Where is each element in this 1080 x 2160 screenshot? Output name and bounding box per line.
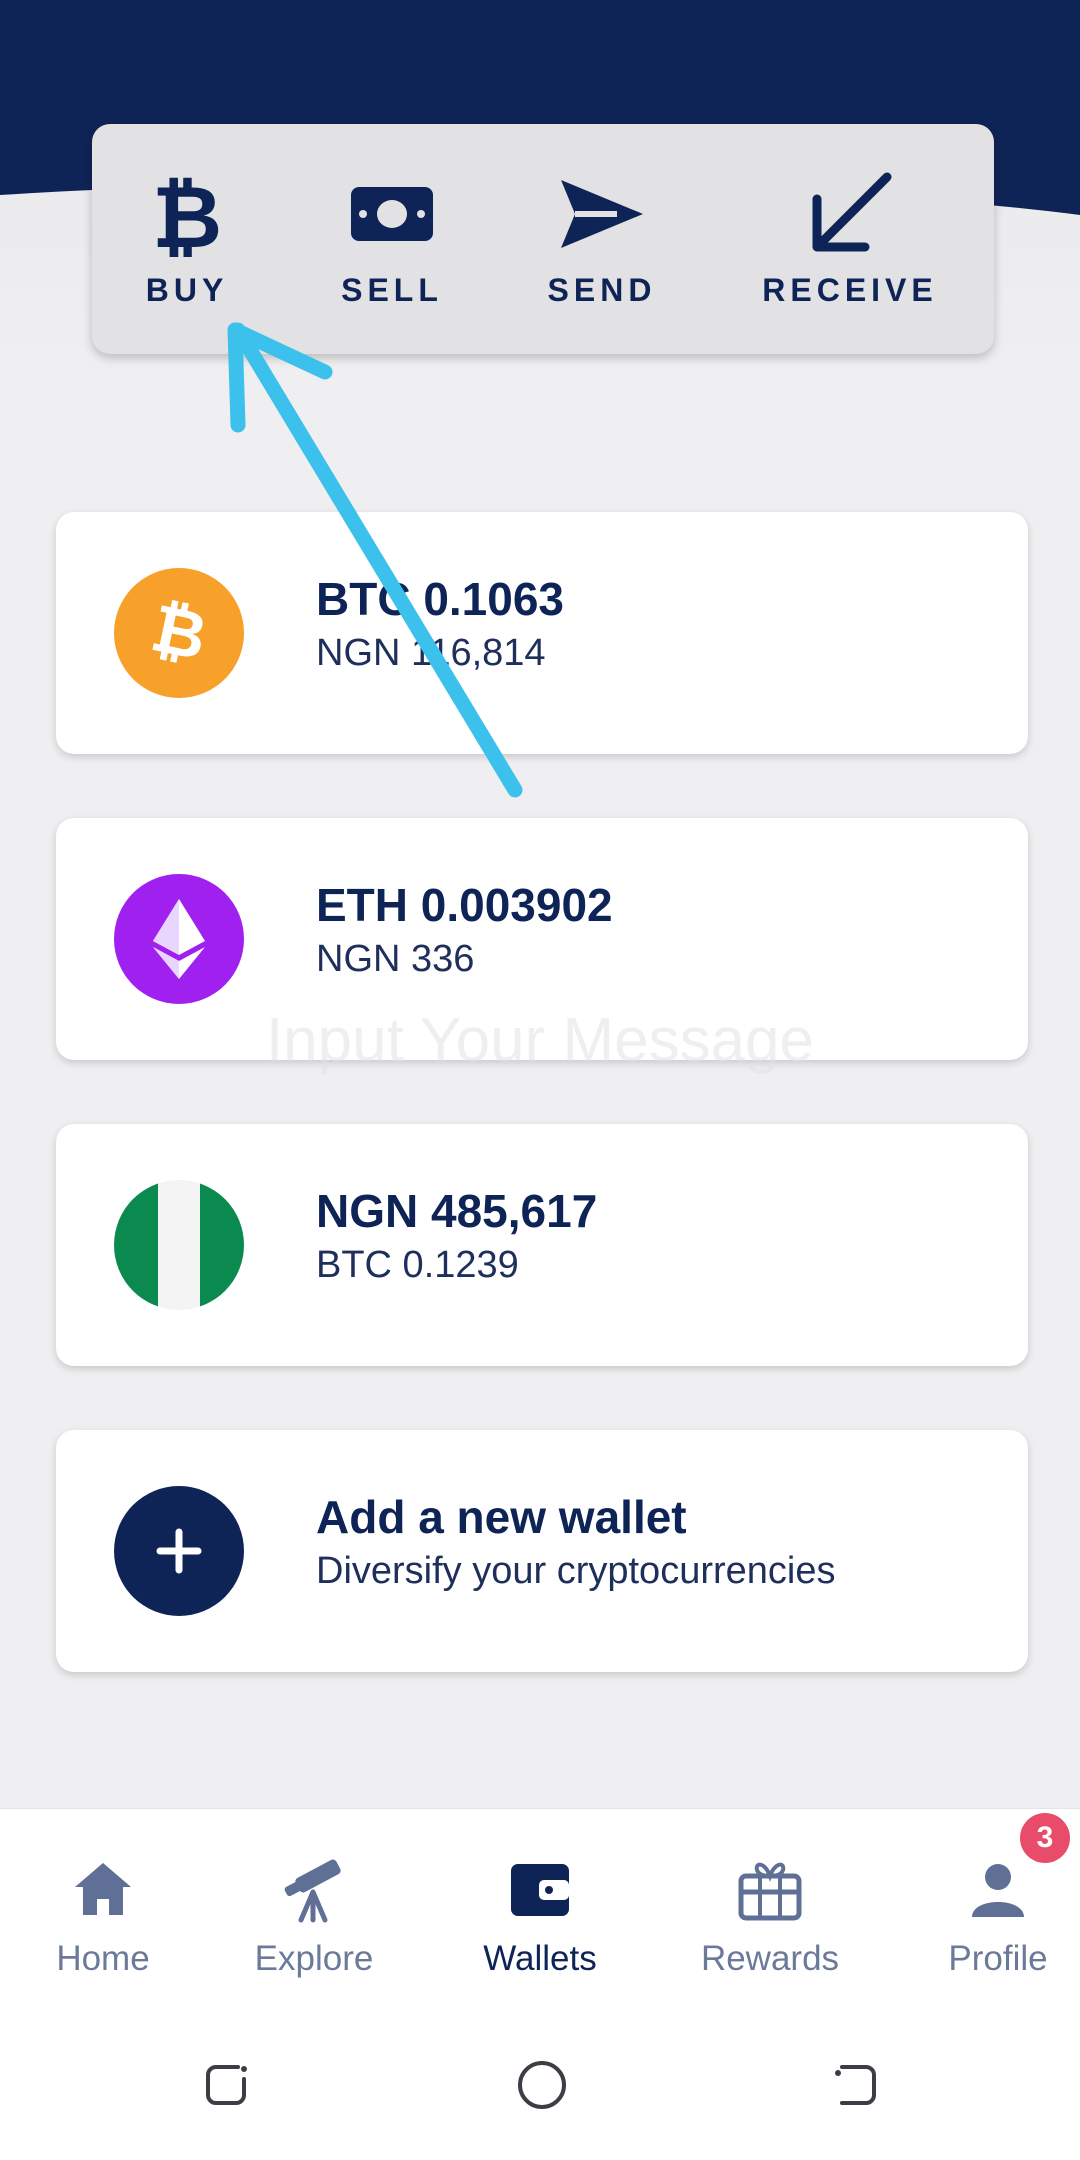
cash-icon [347, 164, 437, 264]
system-navigation-bar [0, 2010, 1080, 2160]
nav-profile[interactable]: 3 Profile [890, 1809, 1080, 2011]
add-wallet-subtitle: Diversify your cryptocurrencies [316, 1550, 836, 1592]
nav-rewards[interactable]: Rewards [662, 1809, 878, 2011]
bottom-navigation: Home Explore Wallets Rewards 3 Profile [0, 1808, 1080, 2011]
nav-label: Explore [254, 1939, 374, 1978]
bitcoin-icon: ₿ [152, 164, 222, 264]
receive-button[interactable]: RECEIVE [750, 164, 950, 334]
profile-icon: 3 [968, 1813, 1070, 1925]
nav-label: Wallets [483, 1939, 597, 1978]
wallet-card-eth[interactable]: ETH 0.003902 NGN 336 [56, 818, 1028, 1060]
back-icon[interactable] [826, 2055, 886, 2115]
nav-wallets[interactable]: Wallets [432, 1809, 648, 2011]
buy-button[interactable]: ₿ BUY [87, 164, 287, 334]
notification-badge: 3 [1020, 1813, 1070, 1863]
quick-actions-bar: ₿ BUY SELL SEND RECEIVE [92, 124, 994, 354]
bitcoin-coin-icon: ₿ [114, 568, 244, 698]
wallet-balance: ETH 0.003902 [316, 879, 613, 931]
nav-label: Home [56, 1939, 150, 1978]
wallet-fiat-value: BTC 0.1239 [316, 1244, 519, 1286]
wallet-icon [509, 1853, 571, 1925]
buy-label: BUY [145, 272, 229, 308]
send-icon [557, 164, 647, 264]
send-button[interactable]: SEND [502, 164, 702, 334]
home-icon [71, 1853, 135, 1925]
receive-label: RECEIVE [762, 272, 938, 308]
sell-label: SELL [341, 272, 443, 308]
wallet-balance: NGN 485,617 [316, 1185, 598, 1237]
wallet-card-ngn[interactable]: NGN 485,617 BTC 0.1239 [56, 1124, 1028, 1366]
nav-label: Profile [948, 1939, 1048, 1978]
ethereum-coin-icon [114, 874, 244, 1004]
telescope-icon [279, 1853, 349, 1925]
nigeria-flag-icon [114, 1180, 244, 1310]
svg-text:₿: ₿ [152, 169, 222, 259]
add-wallet-card[interactable]: Add a new wallet Diversify your cryptocu… [56, 1430, 1028, 1672]
gift-icon [737, 1853, 803, 1925]
svg-text:₿: ₿ [145, 593, 214, 673]
sell-button[interactable]: SELL [292, 164, 492, 334]
send-label: SEND [547, 272, 657, 308]
plus-icon [114, 1486, 244, 1616]
home-circle-icon[interactable] [512, 2055, 572, 2115]
receive-arrow-icon [805, 164, 895, 264]
wallet-fiat-value: NGN 336 [316, 938, 475, 980]
wallet-card-btc[interactable]: ₿ BTC 0.1063 NGN 116,814 [56, 512, 1028, 754]
wallet-fiat-value: NGN 116,814 [316, 632, 546, 674]
wallet-balance: BTC 0.1063 [316, 573, 565, 625]
nav-label: Rewards [700, 1939, 840, 1978]
add-wallet-title: Add a new wallet [316, 1491, 687, 1543]
nav-explore[interactable]: Explore [206, 1809, 422, 2011]
nav-home[interactable]: Home [0, 1809, 211, 2011]
recent-apps-icon[interactable] [198, 2055, 258, 2115]
